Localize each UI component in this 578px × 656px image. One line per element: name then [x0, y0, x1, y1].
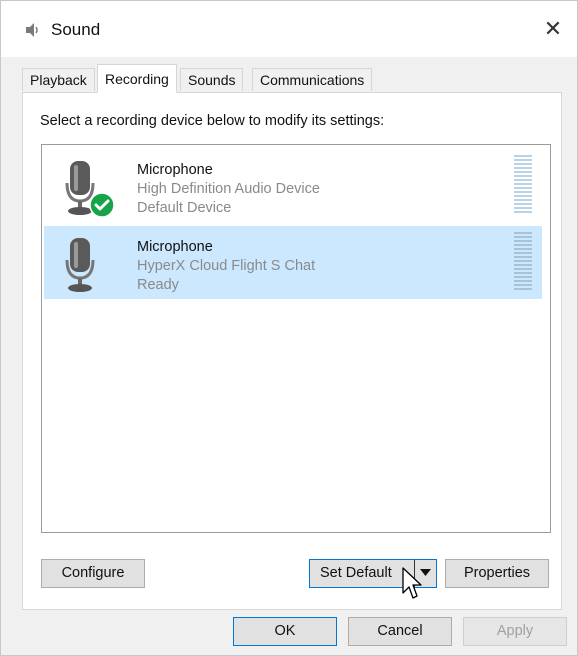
device-status: Default Device: [137, 200, 232, 216]
tab-playback[interactable]: Playback: [22, 68, 95, 91]
device-status: Ready: [137, 277, 179, 293]
device-list[interactable]: Microphone High Definition Audio Device …: [41, 144, 551, 533]
sound-dialog: Sound ✕ Playback Recording Sounds Commun…: [0, 0, 578, 656]
level-meter: [514, 232, 532, 291]
properties-button[interactable]: Properties: [445, 559, 549, 588]
tab-bar: Playback Recording Sounds Communications: [22, 64, 562, 93]
close-button[interactable]: ✕: [537, 13, 569, 45]
mouse-pointer-icon: [401, 567, 423, 603]
apply-button[interactable]: Apply: [463, 617, 567, 646]
default-check-icon: [89, 192, 115, 218]
level-meter: [514, 155, 532, 214]
close-icon: ✕: [543, 16, 563, 41]
tab-sounds[interactable]: Sounds: [180, 68, 244, 91]
recording-panel: Select a recording device below to modif…: [22, 92, 562, 610]
device-name: Microphone: [137, 162, 213, 178]
device-item-microphone-hyperx[interactable]: Microphone HyperX Cloud Flight S Chat Re…: [44, 226, 542, 299]
instruction-text: Select a recording device below to modif…: [40, 113, 385, 129]
microphone-icon: [58, 234, 106, 294]
tab-communications[interactable]: Communications: [252, 68, 373, 91]
title-bar: Sound ✕: [1, 1, 577, 57]
window-title: Sound: [51, 20, 101, 39]
device-description: HyperX Cloud Flight S Chat: [137, 258, 316, 274]
tab-recording[interactable]: Recording: [97, 64, 177, 93]
device-description: High Definition Audio Device: [137, 181, 320, 197]
ok-button[interactable]: OK: [233, 617, 337, 646]
device-item-microphone-hd-audio[interactable]: Microphone High Definition Audio Device …: [44, 149, 542, 222]
speaker-icon: [23, 21, 41, 39]
configure-button[interactable]: Configure: [41, 559, 145, 588]
cancel-button[interactable]: Cancel: [348, 617, 452, 646]
set-default-label: Set Default: [320, 565, 392, 581]
device-name: Microphone: [137, 239, 213, 255]
